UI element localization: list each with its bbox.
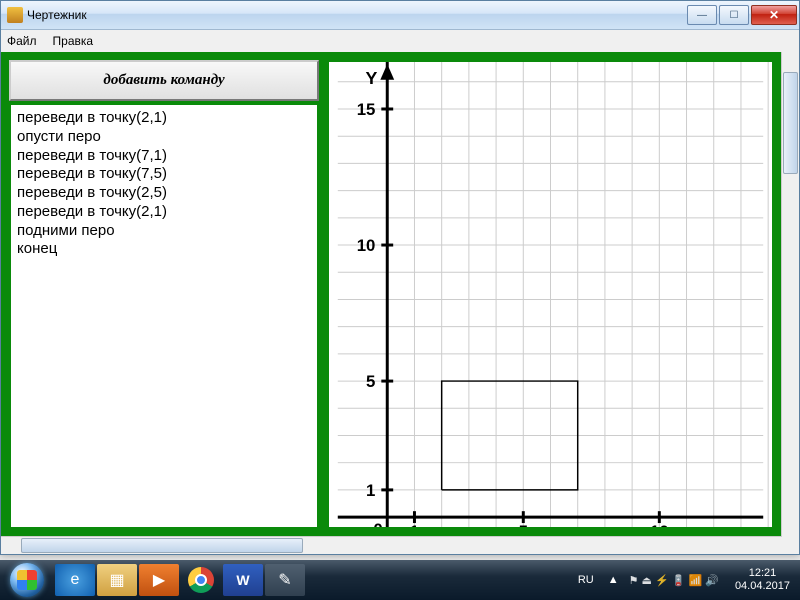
code-listing[interactable]: переведи в точку(2,1)опусти перопереведи… — [9, 103, 319, 529]
titlebar[interactable]: Чертежник — ☐ ✕ — [1, 1, 799, 30]
system-tray: RU ▲ ⚑ ⏏ ⚡ 🪫 📶 🔊 12:21 04.04.2017 — [574, 567, 800, 593]
window-buttons: — ☐ ✕ — [687, 5, 797, 25]
vscroll-thumb[interactable] — [783, 72, 798, 174]
menubar: Файл Правка — [1, 30, 799, 53]
code-line[interactable]: опусти перо — [17, 128, 311, 147]
tray-expand-icon[interactable]: ▲ — [608, 574, 619, 586]
taskbar-explorer-icon[interactable]: ▦ — [97, 564, 137, 596]
clock-time: 12:21 — [735, 567, 790, 580]
start-button[interactable] — [0, 560, 54, 600]
code-line[interactable]: переведи в точку(2,1) — [17, 203, 311, 222]
taskbar-app-icon[interactable]: ✎ — [265, 564, 305, 596]
taskbar-media-icon[interactable]: ▶ — [139, 564, 179, 596]
svg-text:1: 1 — [366, 481, 375, 500]
code-line[interactable]: переведи в точку(7,5) — [17, 165, 311, 184]
menu-edit[interactable]: Правка — [53, 34, 94, 48]
taskbar-chrome-icon[interactable] — [188, 567, 214, 593]
plot-svg: Y1510151510150 — [329, 62, 772, 527]
horizontal-scrollbar[interactable] — [1, 536, 782, 554]
minimize-button[interactable]: — — [687, 5, 717, 25]
windows-orb-icon — [10, 563, 44, 597]
maximize-button[interactable]: ☐ — [719, 5, 749, 25]
clock-date: 04.04.2017 — [735, 580, 790, 593]
close-button[interactable]: ✕ — [751, 5, 797, 25]
svg-text:5: 5 — [519, 522, 528, 527]
vertical-scrollbar[interactable] — [781, 52, 799, 537]
content-area: добавить команду переведи в точку(2,1)оп… — [1, 52, 782, 537]
svg-text:Y: Y — [365, 68, 377, 88]
scroll-corner — [782, 537, 799, 554]
window-title: Чертежник — [27, 8, 687, 22]
clock[interactable]: 12:21 04.04.2017 — [729, 567, 796, 593]
svg-text:10: 10 — [650, 522, 669, 527]
add-command-button[interactable]: добавить команду — [9, 60, 319, 101]
svg-text:5: 5 — [366, 372, 375, 391]
left-panel: добавить команду переведи в точку(2,1)оп… — [9, 60, 319, 529]
svg-text:0: 0 — [373, 520, 382, 527]
app-window: Чертежник — ☐ ✕ Файл Правка добавить ком… — [0, 0, 800, 555]
taskbar-word-icon[interactable]: W — [223, 564, 263, 596]
svg-text:1: 1 — [410, 522, 419, 527]
hscroll-thumb[interactable] — [21, 538, 303, 553]
code-line[interactable]: конец — [17, 240, 311, 259]
code-line[interactable]: переведи в точку(2,1) — [17, 109, 311, 128]
taskbar[interactable]: e ▦ ▶ W ✎ RU ▲ ⚑ ⏏ ⚡ 🪫 📶 🔊 12:21 04.04.2… — [0, 560, 800, 600]
app-icon — [7, 7, 23, 23]
language-indicator[interactable]: RU — [574, 572, 598, 588]
taskbar-ie-icon[interactable]: e — [55, 564, 95, 596]
svg-text:15: 15 — [357, 100, 376, 119]
tray-icons[interactable]: ⚑ ⏏ ⚡ 🪫 📶 🔊 — [629, 574, 719, 587]
code-line[interactable]: подними перо — [17, 222, 311, 241]
code-line[interactable]: переведи в точку(7,1) — [17, 147, 311, 166]
menu-file[interactable]: Файл — [7, 34, 37, 48]
code-line[interactable]: переведи в точку(2,5) — [17, 184, 311, 203]
svg-text:10: 10 — [357, 236, 376, 255]
drawing-canvas[interactable]: Y1510151510150 — [327, 60, 774, 529]
green-frame: добавить команду переведи в точку(2,1)оп… — [1, 52, 782, 537]
